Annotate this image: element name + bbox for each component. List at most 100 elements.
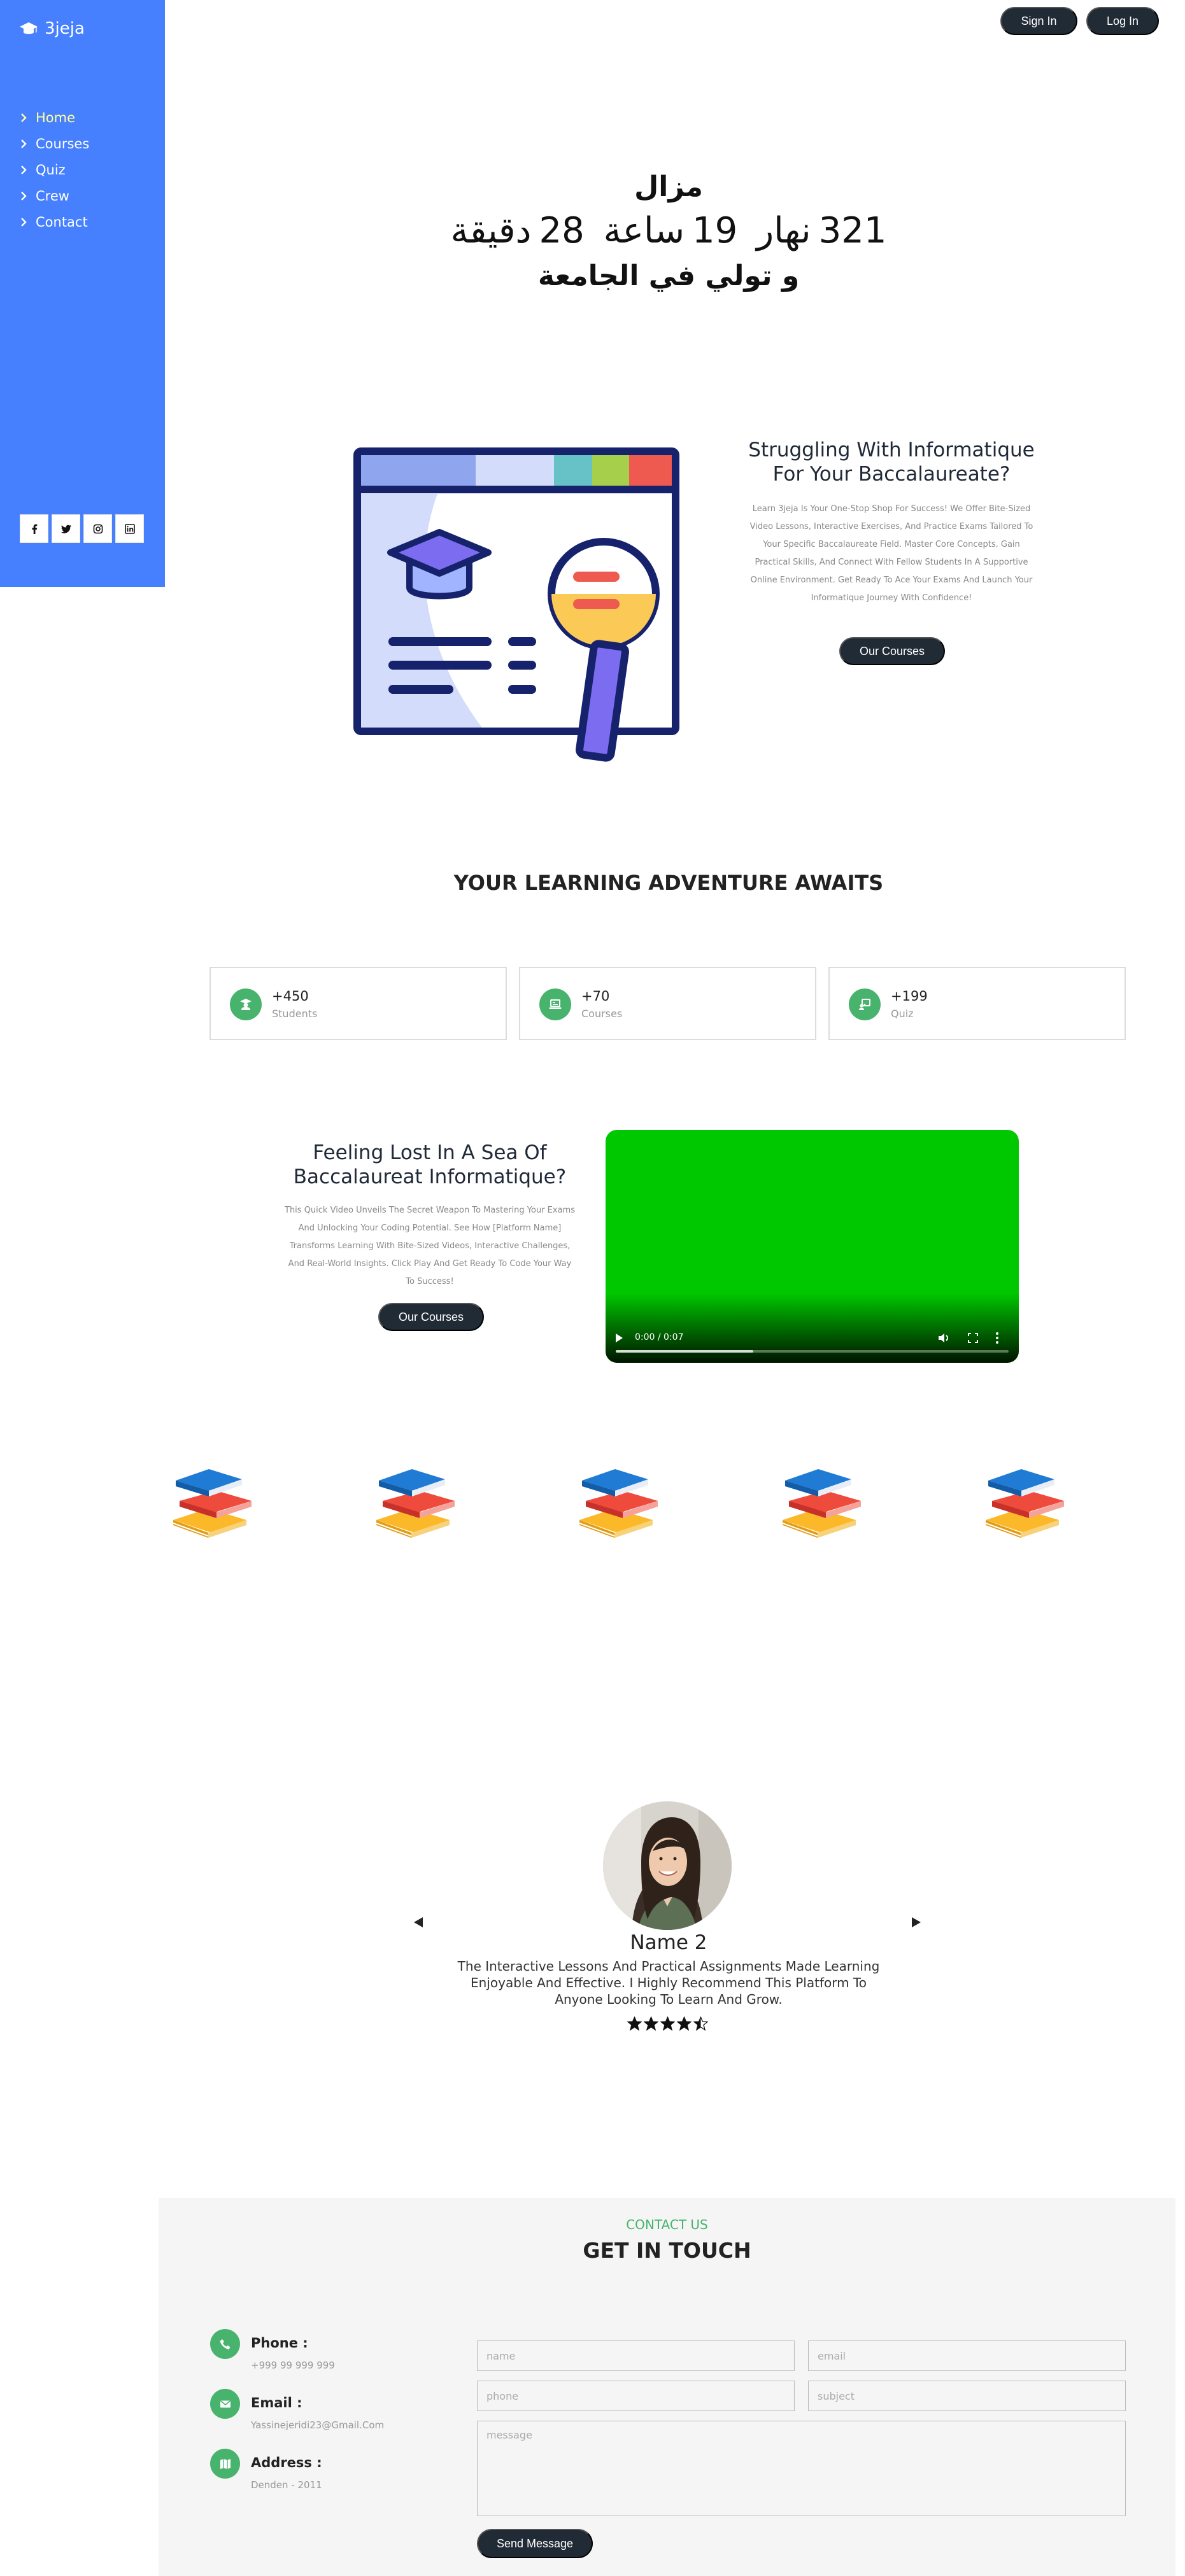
video-buffer-bar <box>616 1350 753 1353</box>
countdown-minutes-value: 28 <box>539 210 585 251</box>
books-stack-icon <box>579 1467 658 1538</box>
twitter-icon <box>60 524 71 533</box>
more-options-icon[interactable] <box>995 1331 999 1345</box>
stat-label: Students <box>272 1008 318 1020</box>
linkedin-icon <box>124 523 135 534</box>
video-controls: 0:00 / 0:07 <box>606 1328 1019 1348</box>
sidebar-item-label: Courses <box>36 136 90 151</box>
instagram-link[interactable] <box>83 514 112 543</box>
contact-label: Phone : <box>251 2335 308 2351</box>
mail-icon <box>220 2400 231 2407</box>
contact-section: CONTACT US GET IN TOUCH Phone : +999 99 … <box>159 2198 1175 2576</box>
contact-title: GET IN TOUCH <box>583 2238 751 2263</box>
stat-value: +70 <box>581 989 610 1004</box>
sidebar-item-crew[interactable]: Crew <box>18 183 89 209</box>
log-in-button[interactable]: Log In <box>1086 7 1159 35</box>
sidebar-item-quiz[interactable]: Quiz <box>18 157 89 183</box>
countdown-timer: 321نهار 19ساعة 28دقيقة <box>382 210 955 251</box>
our-courses-button-2[interactable]: Our Courses <box>378 1303 484 1331</box>
countdown-minutes-label: دقيقة <box>450 210 532 251</box>
volume-icon[interactable] <box>937 1331 951 1345</box>
video-player[interactable]: 0:00 / 0:07 <box>606 1130 1019 1363</box>
testimonial-text: The Interactive Lessons And Practical As… <box>457 1959 880 2007</box>
stat-card-students: +450 Students <box>209 967 507 1040</box>
books-stack-icon <box>173 1467 252 1538</box>
adventure-title: YOUR LEARNING ADVENTURE AWAITS <box>453 871 884 895</box>
sidebar-item-label: Quiz <box>36 162 66 178</box>
books-stack-icon <box>782 1467 861 1538</box>
phone-icon <box>220 2339 230 2349</box>
contact-value: Yassinejeridi23@Gmail.Com <box>251 2419 385 2431</box>
video-section-title: Feeling Lost In A Sea Of Baccalaureat In… <box>293 1141 567 1188</box>
video-time: 0:00 / 0:07 <box>635 1332 684 1342</box>
contact-icon <box>210 2449 240 2479</box>
chevron-right-icon <box>21 139 27 148</box>
stat-icon <box>230 989 262 1020</box>
stat-card-quiz: +199 Quiz <box>828 967 1126 1040</box>
sidebar-item-label: Home <box>36 109 76 125</box>
name-field[interactable] <box>477 2340 795 2371</box>
contact-value: +999 99 999 999 <box>251 2360 335 2371</box>
hero-title: Struggling With Informatique For Your Ba… <box>748 439 1035 486</box>
rating-stars <box>627 2016 710 2034</box>
stat-value: +450 <box>272 989 309 1004</box>
map-icon <box>220 2458 231 2469</box>
laptop-icon <box>549 999 562 1009</box>
phone-field[interactable] <box>477 2381 795 2411</box>
countdown-subheading: و تولي في الجامعة <box>537 260 800 292</box>
countdown-hours-value: 19 <box>692 210 738 251</box>
stat-value: +199 <box>891 989 928 1004</box>
subject-field[interactable] <box>808 2381 1126 2411</box>
chevron-right-icon <box>21 165 27 174</box>
sidebar-item-home[interactable]: Home <box>18 104 89 130</box>
brand-logo[interactable]: 3jeja <box>19 19 85 38</box>
sidebar: 3jeja Home Courses Quiz Crew Contact <box>0 0 165 587</box>
fullscreen-icon[interactable] <box>967 1332 979 1344</box>
send-message-button[interactable]: Send Message <box>477 2529 593 2558</box>
star-filled-icon <box>627 2016 642 2031</box>
contact-label: Address : <box>251 2455 322 2470</box>
twitter-link[interactable] <box>52 514 80 543</box>
chevron-right-icon <box>21 217 27 227</box>
student-icon <box>240 999 252 1010</box>
linkedin-link[interactable] <box>115 514 144 543</box>
sign-in-button[interactable]: Sign In <box>1000 7 1077 35</box>
star-filled-icon <box>677 2016 692 2031</box>
email-field[interactable] <box>808 2340 1126 2371</box>
sidebar-item-label: Contact <box>36 214 88 230</box>
graduation-cap-icon <box>20 22 38 34</box>
contact-icon <box>210 2329 240 2359</box>
star-half-icon <box>693 2016 708 2031</box>
brand-name: 3jeja <box>45 19 85 38</box>
contact-eyebrow: CONTACT US <box>626 2217 708 2232</box>
testimonial-name: Name 2 <box>630 1931 707 1954</box>
play-icon[interactable] <box>616 1334 623 1342</box>
facebook-link[interactable] <box>20 514 48 543</box>
sidebar-nav: Home Courses Quiz Crew Contact <box>18 104 89 235</box>
facebook-icon <box>31 524 37 534</box>
countdown-heading: مزال <box>634 171 703 203</box>
our-courses-button[interactable]: Our Courses <box>839 637 945 665</box>
books-stack-icon <box>376 1467 455 1538</box>
stat-label: Quiz <box>891 1008 914 1020</box>
stat-icon <box>539 989 571 1020</box>
star-filled-icon <box>660 2016 675 2031</box>
chevron-right-icon <box>21 191 27 201</box>
testimonial-next-arrow[interactable] <box>912 1917 921 1927</box>
testimonial-prev-arrow[interactable] <box>414 1917 423 1927</box>
stat-card-courses: +70 Courses <box>519 967 816 1040</box>
testimonial-avatar <box>603 1801 732 1930</box>
message-field[interactable] <box>477 2421 1126 2516</box>
books-stack-icon <box>985 1467 1064 1538</box>
chevron-right-icon <box>21 113 27 122</box>
countdown-hours-label: ساعة <box>603 210 685 251</box>
sidebar-item-contact[interactable]: Contact <box>18 209 89 235</box>
video-progress-track[interactable] <box>616 1350 1009 1353</box>
sidebar-item-courses[interactable]: Courses <box>18 130 89 157</box>
contact-icon <box>210 2389 240 2419</box>
stat-icon <box>849 989 881 1020</box>
social-links <box>20 514 144 543</box>
instagram-icon <box>93 524 103 533</box>
contact-value: Denden - 2011 <box>251 2479 322 2491</box>
star-filled-icon <box>644 2016 658 2031</box>
